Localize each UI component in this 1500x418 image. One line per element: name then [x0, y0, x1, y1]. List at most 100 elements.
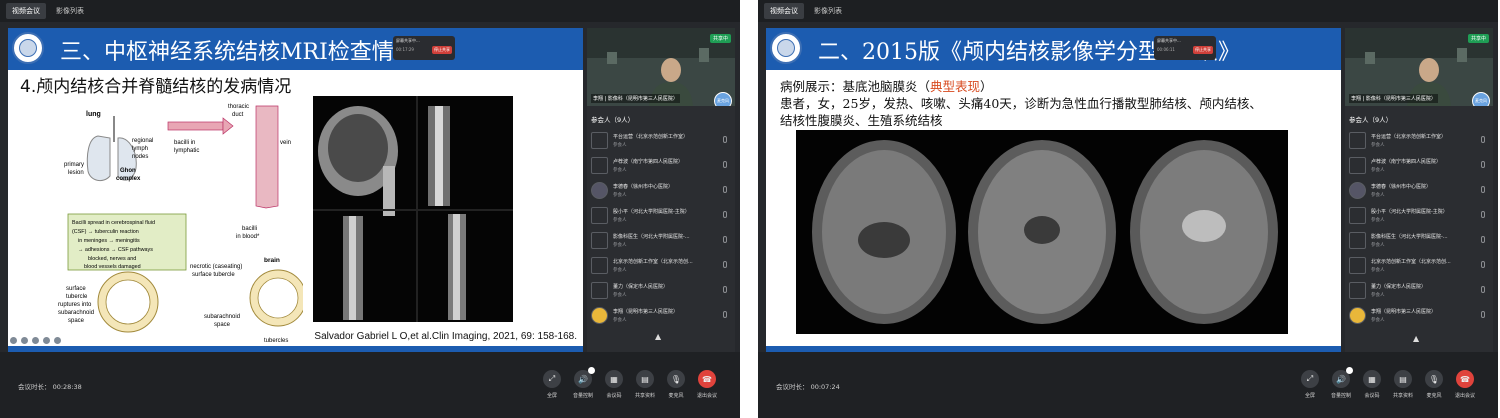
participant-role: 参会人 [1371, 318, 1385, 323]
participant-item[interactable]: 李翔（昆明市第三人民医院） 参会人 [589, 303, 733, 328]
volume-control-button[interactable]: 🔊 音量控制 [1327, 367, 1355, 399]
screen-share-popup: 屏幕共享中... 00:17:29 停止共享 [393, 36, 455, 60]
participant-item[interactable]: 卢荐波（南宁市第四人民医院） 参会人 [1347, 153, 1491, 178]
microphone-icon[interactable] [1481, 161, 1485, 168]
slide-subtitle: 4.颅内结核合并脊髓结核的发病情况 [20, 77, 292, 97]
meeting-code-button[interactable]: ▦ 会议码 [1358, 370, 1386, 399]
mic-bubble[interactable]: 麦克风 [1472, 92, 1490, 106]
volume-control-button[interactable]: 🔊 音量控制 [569, 367, 597, 399]
avatar [1349, 282, 1366, 299]
microphone-icon[interactable] [1481, 261, 1485, 268]
microphone-label: 麦克风 [1426, 393, 1442, 399]
microphone-icon[interactable] [723, 136, 727, 143]
speaker-name: 李翔 | 影像科（昆明市第三人民医院） [1349, 94, 1438, 103]
participant-role: 参会人 [613, 143, 627, 148]
participant-item[interactable]: 平台运营（北京示范创新工作室） 参会人 [1347, 128, 1491, 153]
participant-name: 卢荐波（南宁市第四人民医院） [613, 159, 684, 165]
mic-bubble[interactable]: 麦克风 [714, 92, 732, 106]
participant-item[interactable]: 李德春（徐州市中心医院） 参会人 [589, 178, 733, 203]
microphone-icon[interactable] [723, 286, 727, 293]
slide-player-controls[interactable] [10, 337, 61, 344]
microphone-icon[interactable] [1481, 186, 1485, 193]
label-primary-lesion-1: primary [64, 162, 84, 168]
hospital-logo [770, 32, 802, 64]
speaker-name: 李翔 | 影像科（昆明市第三人民医院） [591, 94, 680, 103]
box-line-5: blocked, nerves and [88, 256, 136, 262]
label-brain: brain [264, 257, 280, 264]
pen-icon[interactable] [21, 337, 28, 344]
avatar [1349, 307, 1366, 324]
microphone-icon[interactable] [1481, 286, 1485, 293]
label-subarachnoid-2: space [214, 322, 231, 328]
tab-image-list[interactable]: 影像列表 [808, 3, 848, 19]
tab-video-meeting[interactable]: 视频会议 [6, 3, 46, 19]
microphone-icon[interactable] [1481, 311, 1485, 318]
stop-share-button[interactable]: 停止共享 [1193, 46, 1213, 54]
stop-share-button[interactable]: 停止共享 [432, 46, 452, 54]
participant-name: 殷小平（河北大学附属医院-主院） [1371, 209, 1448, 215]
tab-image-list[interactable]: 影像列表 [50, 3, 90, 19]
participant-item[interactable]: 北京示范创新工作室（北京示范创... 参会人 [589, 253, 733, 278]
label-surface-5: space [68, 318, 85, 324]
leave-meeting-button[interactable]: ☎ 退出会议 [693, 370, 721, 399]
eraser-icon[interactable] [32, 337, 39, 344]
microphone-icon[interactable] [1481, 136, 1485, 143]
grid-icon[interactable] [43, 337, 50, 344]
microphone-label: 麦克风 [668, 393, 684, 399]
fullscreen-icon: ⤢ [543, 370, 561, 388]
participant-item[interactable]: 影像科医生（河北大学附属医院-... 参会人 [589, 228, 733, 253]
participant-item[interactable]: 董力（保定市人民医院） 参会人 [1347, 278, 1491, 303]
share-materials-label: 共享资料 [634, 393, 655, 399]
fullscreen-label: 全屏 [546, 393, 557, 399]
microphone-icon[interactable] [723, 261, 727, 268]
participant-name: 影像科医生（河北大学附属医院-... [613, 234, 690, 240]
label-surface-1: surface [66, 286, 86, 292]
participant-role: 参会人 [1371, 168, 1385, 173]
avatar [1349, 132, 1366, 149]
prev-slide-icon[interactable] [10, 337, 17, 344]
microphone-icon[interactable] [723, 236, 727, 243]
tab-video-meeting[interactable]: 视频会议 [764, 3, 804, 19]
microphone-icon[interactable] [723, 186, 727, 193]
label-regional-3: nodes [132, 154, 148, 160]
avatar [591, 207, 608, 224]
microphone-icon[interactable] [723, 161, 727, 168]
microphone-icon[interactable] [723, 311, 727, 318]
participant-role: 参会人 [613, 218, 627, 223]
participant-sidebar: 共享中 李翔 | 影像科（昆明市第三人民医院） 麦克风 参会人（9人） 平台运营… [587, 28, 735, 352]
share-materials-button[interactable]: ▤ 共享资料 [631, 370, 659, 399]
label-bacilli-blood-1: bacilli [242, 226, 257, 232]
participant-name: 李德春（徐州市中心医院） [1371, 184, 1432, 190]
participant-item[interactable]: 平台运营（北京示范创新工作室） 参会人 [589, 128, 733, 153]
share-materials-button[interactable]: ▤ 共享资料 [1389, 370, 1417, 399]
case-heading-suffix: ） [980, 79, 993, 94]
microphone-icon[interactable] [1481, 236, 1485, 243]
box-line-6: blood vessels damaged [84, 264, 141, 270]
meeting-code-button[interactable]: ▦ 会议码 [600, 370, 628, 399]
participant-item[interactable]: 董力（保定市人民医院） 参会人 [589, 278, 733, 303]
microphone-icon[interactable] [723, 211, 727, 218]
microphone-button[interactable]: 🎙 麦克风 [1420, 370, 1448, 399]
participant-item[interactable]: 卢荐波（南宁市第四人民医院） 参会人 [589, 153, 733, 178]
participant-role: 参会人 [1371, 293, 1385, 298]
participant-role: 参会人 [1371, 243, 1385, 248]
meeting-code-label: 会议码 [606, 393, 622, 399]
participant-item[interactable]: 北京示范创新工作室（北京示范创... 参会人 [1347, 253, 1491, 278]
next-slide-icon[interactable] [54, 337, 61, 344]
avatar [1349, 232, 1366, 249]
participant-item[interactable]: 殷小平（河北大学附属医院-主院） 参会人 [1347, 203, 1491, 228]
case-description-line2: 结核性腹膜炎、生殖系统结核 [780, 113, 943, 128]
label-regional-2: lymph [132, 146, 148, 152]
tb-pathogenesis-diagram: lung primary lesion regional lymph nodes… [58, 104, 303, 344]
microphone-button[interactable]: 🎙 麦克风 [662, 370, 690, 399]
participant-item[interactable]: 李德春（徐州市中心医院） 参会人 [1347, 178, 1491, 203]
fullscreen-button[interactable]: ⤢ 全屏 [538, 370, 566, 399]
label-ghon-1: Ghon [120, 168, 136, 174]
participant-item[interactable]: 殷小平（河北大学附属医院-主院） 参会人 [589, 203, 733, 228]
fullscreen-button[interactable]: ⤢ 全屏 [1296, 370, 1324, 399]
leave-meeting-button[interactable]: ☎ 退出会议 [1451, 370, 1479, 399]
participant-item[interactable]: 李翔（昆明市第三人民医院） 参会人 [1347, 303, 1491, 328]
volume-icon: 🔊 [1332, 367, 1353, 388]
microphone-icon[interactable] [1481, 211, 1485, 218]
participant-item[interactable]: 影像科医生（河北大学附属医院-... 参会人 [1347, 228, 1491, 253]
